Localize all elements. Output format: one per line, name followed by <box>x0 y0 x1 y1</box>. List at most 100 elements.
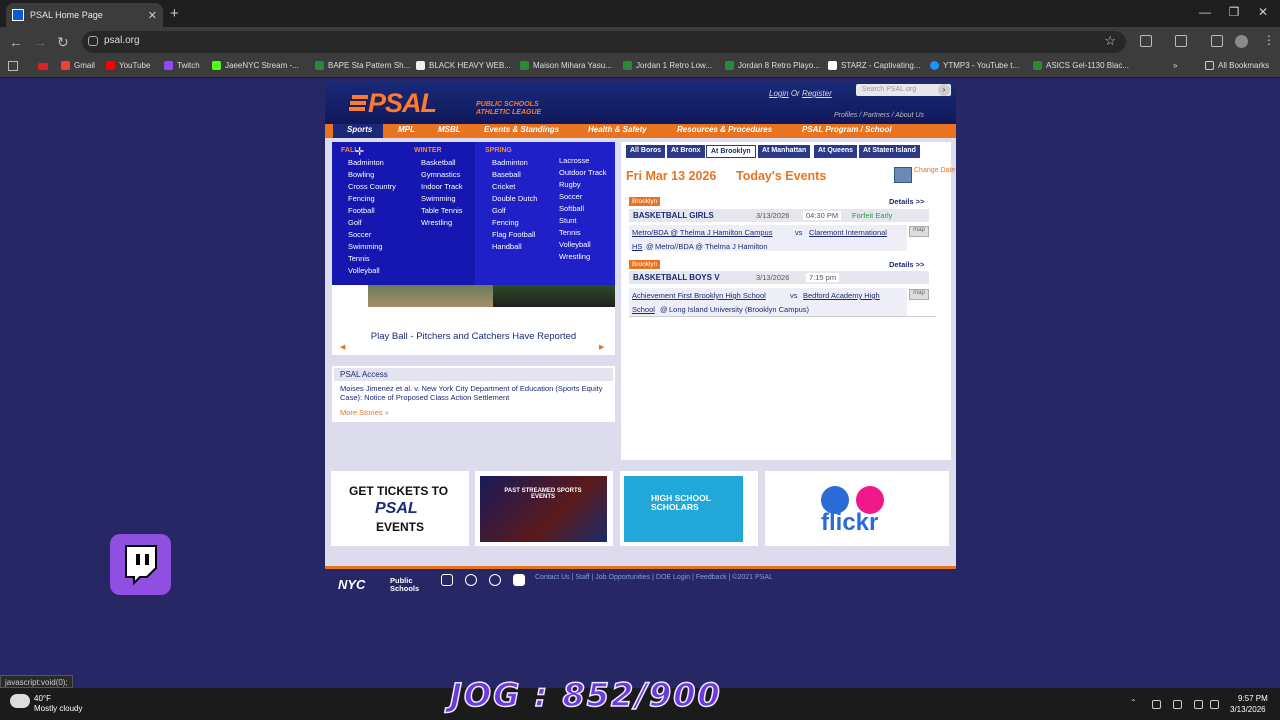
away-team-link[interactable]: Bedford Academy High <box>803 291 880 300</box>
register-link[interactable]: Register <box>802 89 832 98</box>
tab-staten-island[interactable]: At Staten Island <box>859 145 920 158</box>
tab-search-icon[interactable] <box>1175 35 1187 47</box>
details-link[interactable]: Details >> <box>889 197 924 206</box>
more-bookmarks-icon[interactable]: » <box>1173 61 1177 70</box>
site-info-icon[interactable] <box>88 36 98 46</box>
away-team-link-cont[interactable]: School <box>632 305 655 314</box>
map-button[interactable]: map <box>909 289 929 300</box>
sport-link[interactable]: Swimming <box>348 242 383 251</box>
away-team-link[interactable]: Claremont International <box>809 228 887 237</box>
bookmark-twitch[interactable]: Twitch <box>164 61 200 70</box>
tab-queens[interactable]: At Queens <box>814 145 858 158</box>
sport-link[interactable]: Badminton <box>348 158 384 167</box>
login-link[interactable]: Login <box>769 89 789 98</box>
forward-icon[interactable]: → <box>33 34 47 50</box>
bookmark-star-icon[interactable]: ☆ <box>1104 33 1116 49</box>
away-team-link-cont[interactable]: HS <box>632 242 642 251</box>
carousel-title[interactable]: Play Ball - Pitchers and Catchers Have R… <box>332 331 615 342</box>
calendar-icon[interactable] <box>894 167 912 183</box>
sport-link[interactable]: Fencing <box>348 194 375 203</box>
nav-sports[interactable]: Sports <box>347 125 372 134</box>
bookmark-bape[interactable]: BAPE Sta Pattern Sh... <box>315 61 410 70</box>
new-tab-icon[interactable]: + <box>170 5 179 22</box>
network-icon[interactable] <box>1194 700 1203 709</box>
menu-icon[interactable]: ⋮ <box>1263 33 1275 47</box>
sport-link[interactable]: Tennis <box>559 228 581 237</box>
bookmark-youtube[interactable]: YouTube <box>106 61 150 70</box>
bookmark-jordan-1[interactable]: Jordan 1 Retro Low... <box>623 61 712 70</box>
sport-link[interactable]: Handball <box>492 242 522 251</box>
close-window-icon[interactable]: ✕ <box>1256 5 1270 19</box>
psal-logo[interactable]: PSAL <box>368 88 437 119</box>
sport-link[interactable]: Volleyball <box>559 240 591 249</box>
weather-cloud-icon[interactable] <box>10 694 30 708</box>
address-bar[interactable]: psal.org ☆ <box>82 31 1126 53</box>
instagram-icon[interactable] <box>441 574 453 586</box>
sport-link[interactable]: Baseball <box>492 170 521 179</box>
access-story-link[interactable]: Moises Jimenez et al. v. New York City D… <box>340 384 610 402</box>
bookmark-ytmp3[interactable]: YTMP3 - YouTube t... <box>930 61 1019 70</box>
browser-tab[interactable]: PSAL Home Page ✕ <box>6 3 163 27</box>
apps-grid-icon[interactable] <box>8 61 18 71</box>
tray-chevron-icon[interactable]: ⌃ <box>1130 698 1139 707</box>
nav-program-school[interactable]: PSAL Program / School <box>802 125 892 134</box>
home-team-link[interactable]: Achievement First Brooklyn High School <box>632 291 766 300</box>
sport-link[interactable]: Soccer <box>559 192 582 201</box>
clock-time[interactable]: 9:57 PM <box>1238 694 1268 703</box>
sport-link[interactable]: Outdoor Track <box>559 168 607 177</box>
sport-link[interactable]: Gymnastics <box>421 170 460 179</box>
bookmark-black-heavy[interactable]: BLACK HEAVY WEB... <box>416 61 511 70</box>
sport-link[interactable]: Stunt <box>559 216 577 225</box>
close-tab-icon[interactable]: ✕ <box>148 9 157 22</box>
nav-resources[interactable]: Resources & Procedures <box>677 125 772 134</box>
back-icon[interactable]: ← <box>9 34 23 50</box>
nyc-logo[interactable]: NYC <box>338 577 365 592</box>
weather-temp[interactable]: 40°F <box>34 694 51 703</box>
all-bookmarks[interactable]: All Bookmarks <box>1205 61 1269 70</box>
utility-links[interactable]: Profiles / Partners / About Us <box>834 112 924 119</box>
search-go-icon[interactable]: › <box>938 84 950 96</box>
twitter-icon[interactable] <box>465 574 477 586</box>
nav-health-safety[interactable]: Health & Safety <box>588 125 647 134</box>
carousel-next-icon[interactable]: ▶ <box>599 343 604 351</box>
sport-link[interactable]: Badminton <box>492 158 528 167</box>
bookmark-starz[interactable]: STARZ - Captivating... <box>828 61 920 70</box>
footer-links[interactable]: Contact Us | Staff | Job Opportunities |… <box>535 574 773 581</box>
bookmark-asics[interactable]: ASICS Gel-1130 Blac... <box>1033 61 1129 70</box>
sport-link[interactable]: Softball <box>559 204 584 213</box>
sport-link[interactable]: Golf <box>492 206 506 215</box>
profile-avatar[interactable] <box>1235 35 1248 48</box>
nav-mpl[interactable]: MPL <box>398 125 415 134</box>
minimize-icon[interactable]: — <box>1198 5 1212 19</box>
youtube-bookmark-icon[interactable] <box>38 63 48 70</box>
restore-icon[interactable]: ❐ <box>1227 5 1241 19</box>
nav-events-standings[interactable]: Events & Standings <box>484 125 559 134</box>
youtube-icon[interactable] <box>513 574 525 586</box>
tab-all-boros[interactable]: All Boros <box>626 145 666 158</box>
extensions-icon[interactable] <box>1140 35 1152 47</box>
tab-manhattan[interactable]: At Manhattan <box>758 145 811 158</box>
sport-link[interactable]: Flag Football <box>492 230 535 239</box>
sport-link[interactable]: Rugby <box>559 180 581 189</box>
reload-icon[interactable]: ↻ <box>57 34 69 51</box>
sport-link[interactable]: Volleyball <box>348 266 380 275</box>
sport-link[interactable]: Cross Country <box>348 182 396 191</box>
sport-link[interactable]: Football <box>348 206 375 215</box>
bookmark-gmail[interactable]: Gmail <box>61 61 95 70</box>
sport-link[interactable]: Table Tennis <box>421 206 463 215</box>
bookmark-jordan-8[interactable]: Jordan 8 Retro Playo... <box>725 61 820 70</box>
map-button[interactable]: map <box>909 226 929 237</box>
sport-link[interactable]: Bowling <box>348 170 374 179</box>
weather-desc[interactable]: Mostly cloudy <box>34 704 82 713</box>
sport-link[interactable]: Soccer <box>348 230 371 239</box>
clock-date[interactable]: 3/13/2026 <box>1230 705 1266 714</box>
tab-brooklyn[interactable]: At Brooklyn <box>706 145 756 158</box>
nav-msbl[interactable]: MSBL <box>438 125 461 134</box>
volume-icon[interactable] <box>1210 700 1219 709</box>
sport-link[interactable]: Basketball <box>421 158 456 167</box>
sport-link[interactable]: Fencing <box>492 218 519 227</box>
sport-link[interactable]: Wrestling <box>421 218 452 227</box>
carousel-photo[interactable] <box>332 285 615 307</box>
bookmark-maison-mihara[interactable]: Maison Mihara Yasu... <box>520 61 612 70</box>
more-stories-link[interactable]: More Stories » <box>340 408 389 417</box>
